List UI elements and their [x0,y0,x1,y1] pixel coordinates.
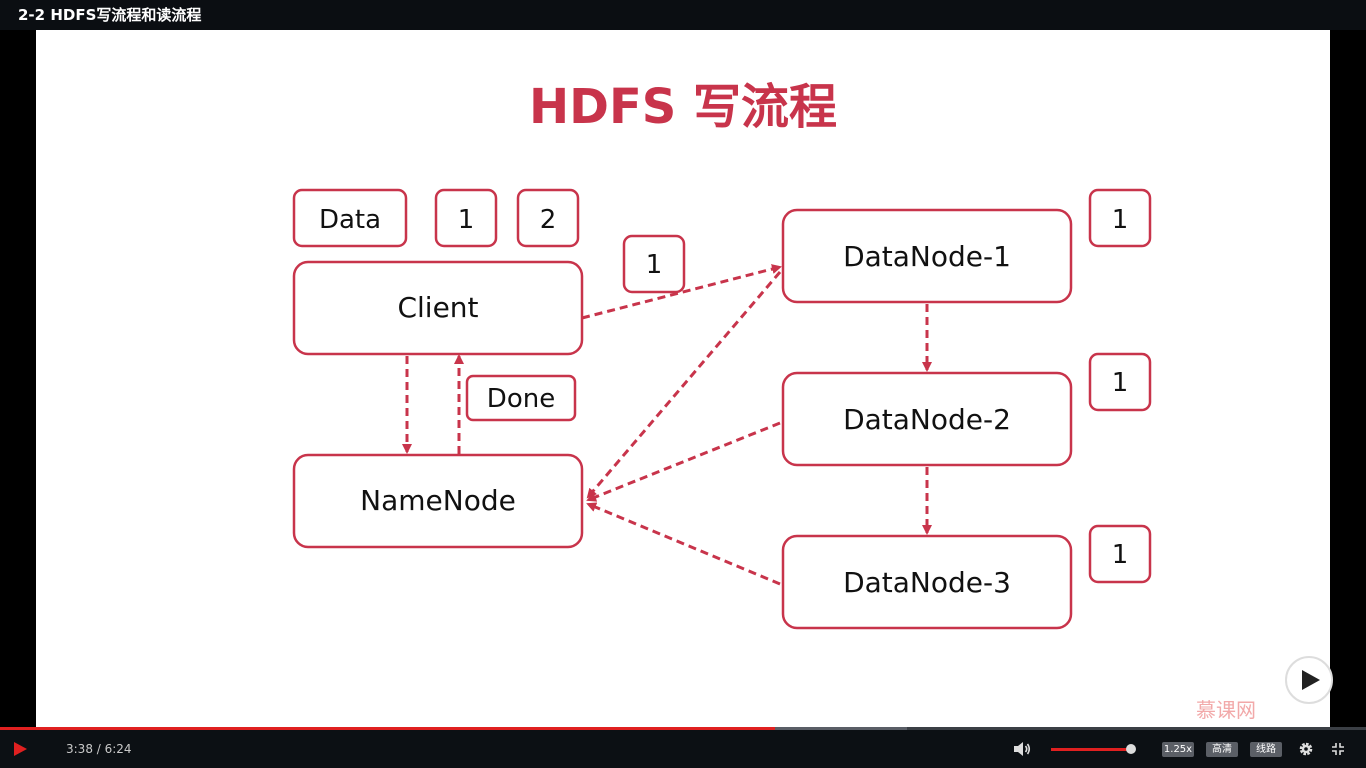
gear-icon[interactable] [1298,741,1314,757]
datanode1-block-label: 1 [1112,205,1129,235]
line-button[interactable]: 线路 [1250,742,1282,757]
datanode2-block-label: 1 [1112,368,1129,398]
hdfs-write-diagram: HDFS 写流程 Data 1 2 1 Done 1 1 1 Client Na… [292,79,1152,630]
quality-button[interactable]: 高清 [1206,742,1238,757]
player-controls: 3:38 / 6:24 1.25x 高清 线路 [0,730,1366,768]
arrow-datanode1-to-namenode [586,271,782,499]
slide-title: HDFS 写流程 [529,79,837,135]
datanode2-block-tag: 1 [1088,352,1152,412]
play-overlay-icon [1302,670,1320,690]
block-1-tag: 1 [434,188,498,248]
done-tag: Done [465,374,577,422]
block-2-label: 2 [540,205,557,235]
time-display: 3:38 / 6:24 [66,742,132,756]
sending-block-tag: 1 [622,234,686,294]
datanode3-node: DataNode-3 [781,534,1073,630]
volume-slider[interactable] [1051,748,1131,751]
client-label: Client [397,291,478,324]
arrow-datanode3-to-namenode [586,502,781,586]
play-icon[interactable] [12,741,28,757]
volume-knob[interactable] [1126,744,1136,754]
namenode-node: NameNode [292,453,584,549]
namenode-label: NameNode [360,484,516,517]
datanode3-block-label: 1 [1112,540,1129,570]
datanode1-node: DataNode-1 [781,208,1073,304]
block-2-tag: 2 [516,188,580,248]
exit-fullscreen-icon[interactable] [1331,742,1345,756]
client-node: Client [292,260,584,356]
datanode2-node: DataNode-2 [781,371,1073,467]
video-area[interactable]: HDFS 写流程 Data 1 2 1 Done 1 1 1 Client Na… [0,30,1366,728]
speed-button[interactable]: 1.25x [1162,742,1194,757]
volume-icon[interactable] [1013,741,1031,757]
sending-block-label: 1 [646,250,663,280]
datanode3-block-tag: 1 [1088,524,1152,584]
play-overlay-button[interactable] [1285,656,1333,704]
data-tag: Data [292,188,408,248]
datanode1-label: DataNode-1 [843,240,1011,273]
data-tag-label: Data [319,205,381,235]
block-1-label: 1 [458,205,475,235]
datanode3-label: DataNode-3 [843,566,1011,599]
datanode1-block-tag: 1 [1088,188,1152,248]
watermark-logo: 慕课网 [1196,698,1256,722]
window-title: 2-2 HDFS写流程和读流程 [0,0,1366,30]
datanode2-label: DataNode-2 [843,403,1011,436]
volume-level [1051,748,1131,751]
done-label: Done [487,384,555,414]
slide: HDFS 写流程 Data 1 2 1 Done 1 1 1 Client Na… [36,30,1330,728]
